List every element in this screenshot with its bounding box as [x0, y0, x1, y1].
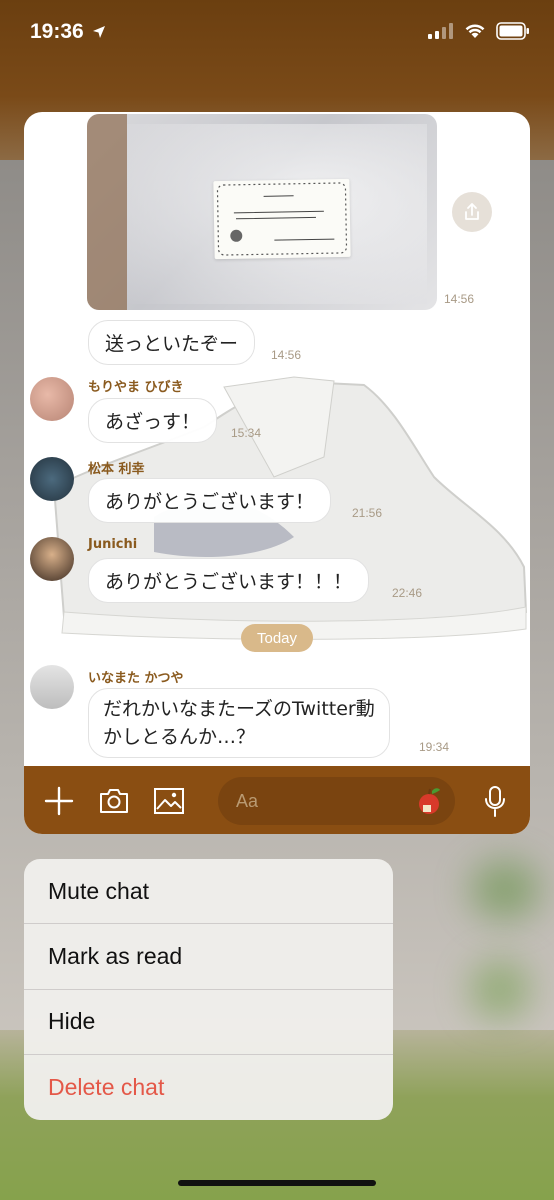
- sender-name: もりやま ひびき: [88, 380, 184, 395]
- mark-as-read-menu-item[interactable]: Mark as read: [24, 924, 393, 990]
- message-timestamp: 19:34: [419, 740, 450, 754]
- battery-icon: [496, 22, 529, 40]
- status-bar-icons: [428, 22, 530, 40]
- message-timestamp: 14:56: [271, 348, 302, 362]
- message-text: だれかいなまたーズのTwitter動: [103, 698, 375, 720]
- mute-chat-menu-item[interactable]: Mute chat: [24, 859, 393, 925]
- microphone-icon: [485, 786, 505, 817]
- status-bar-time: 19:36: [30, 20, 106, 44]
- message-composer: Aa: [24, 766, 530, 834]
- wifi-icon: [465, 24, 485, 38]
- voice-button[interactable]: [478, 784, 512, 818]
- message-bubble[interactable]: ありがとうございます！！！: [88, 558, 370, 603]
- sender-name: いなまた かつや: [88, 671, 184, 686]
- photo-message[interactable]: [87, 114, 437, 310]
- message-bubble[interactable]: だれかいなまたーズのTwitter動 かしとるんか…？: [88, 688, 390, 758]
- message-timestamp: 22:46: [392, 586, 423, 600]
- background-blob: [470, 860, 540, 920]
- message-timestamp: 21:56: [352, 506, 383, 520]
- sender-name: Junichi: [88, 537, 138, 552]
- hide-menu-item[interactable]: Hide: [24, 990, 393, 1055]
- avatar[interactable]: [30, 665, 74, 709]
- message-input[interactable]: Aa: [218, 777, 455, 825]
- chat-preview-card[interactable]: 14:56 送っといたぞー 14:56 もりやま ひびき あざっす！ 15:34…: [24, 112, 530, 834]
- location-arrow-icon: [92, 26, 105, 38]
- handwritten-note: [213, 178, 351, 260]
- avatar[interactable]: [30, 537, 74, 581]
- message-bubble[interactable]: 送っといたぞー: [88, 320, 256, 365]
- chat-context-menu: Mute chat Mark as read Hide Delete chat: [24, 859, 393, 1120]
- apple-sticker-icon[interactable]: [415, 785, 447, 817]
- image-icon: [154, 788, 184, 814]
- background-blob: [470, 960, 530, 1020]
- add-button[interactable]: [42, 784, 76, 818]
- avatar[interactable]: [30, 377, 74, 421]
- sender-name: 松本 利幸: [88, 462, 145, 477]
- delete-chat-menu-item[interactable]: Delete chat: [24, 1055, 393, 1120]
- message-input-placeholder: Aa: [236, 790, 259, 811]
- camera-button[interactable]: [97, 784, 131, 818]
- gallery-button[interactable]: [152, 784, 186, 818]
- message-bubble[interactable]: あざっす！: [88, 398, 218, 443]
- share-icon: [465, 203, 479, 220]
- plus-icon: [44, 786, 74, 816]
- camera-icon: [100, 789, 128, 813]
- message-timestamp: 15:34: [231, 426, 262, 440]
- cellular-signal-icon: [428, 23, 453, 39]
- avatar[interactable]: [30, 457, 74, 501]
- home-indicator[interactable]: [178, 1180, 376, 1186]
- message-text: かしとるんか…？: [103, 726, 256, 748]
- message-bubble[interactable]: ありがとうございます！: [88, 478, 332, 523]
- message-timestamp: 14:56: [444, 292, 475, 306]
- date-divider: Today: [241, 624, 313, 652]
- share-button[interactable]: [452, 192, 492, 232]
